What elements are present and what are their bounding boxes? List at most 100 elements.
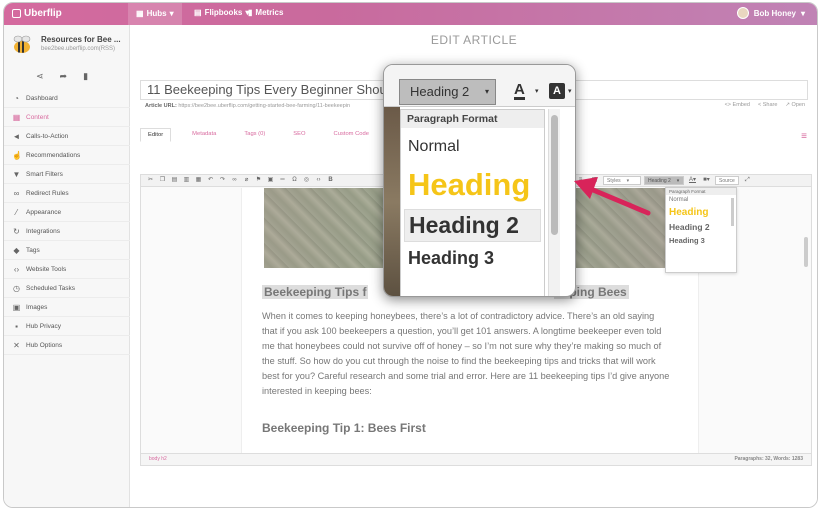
sidebar-item-label: Calls-to-Action [26,132,69,140]
format-option-heading-3[interactable]: Heading 3 [666,234,736,247]
sidebar-item-integrations[interactable]: ↻ Integrations [4,222,130,241]
format-option-normal[interactable]: Normal [666,195,736,205]
thumbs-up-icon: ☝ [12,150,22,160]
dropdown-scrollbar[interactable] [731,198,734,226]
sidebar-item-label: Appearance [26,208,62,216]
bar-chart-icon[interactable]: ▮ [83,71,88,82]
article-url-actions: <> Embed < Share ↗ Open [725,102,805,108]
sidebar-item-recommendations[interactable]: ☝ Recommendations [4,146,130,165]
nav-metrics[interactable]: ▮ Metrics [248,8,283,17]
chevron-down-icon: ▾ [535,88,539,95]
zoom-scrollbar-thumb[interactable] [551,115,558,235]
sidebar: Resources for Bee ... bee2bee.uberflip.c… [4,25,130,507]
tab-custom-code[interactable]: Custom Code [327,128,376,142]
format-dropdown-small: Paragraph Format Normal Heading Heading … [665,187,737,273]
bg-color-icon[interactable]: ■▾ [701,176,712,185]
undo-icon[interactable]: ↶ [205,176,216,185]
sidebar-item-website-tools[interactable]: ‹› Website Tools [4,260,130,279]
sidebar-menu: ◔ Dashboard ▦ Content ◄ Calls-to-Action ☝ Re… [4,89,130,355]
paste-word-icon[interactable]: ▦ [193,176,204,185]
text-color-icon[interactable]: A [514,82,525,100]
hub-url: bee2bee.uberflip.com(RSS) [41,46,116,52]
article-url-label: Article URL: [145,103,177,109]
maximize-icon[interactable]: ⤢ [742,176,753,185]
nav-flipbooks[interactable]: ▤ Flipbooks ▾ [194,8,249,17]
sidebar-item-hub-privacy[interactable]: ▪ Hub Privacy [4,317,130,336]
sidebar-item-tags[interactable]: ◆ Tags [4,241,130,260]
menu-icon[interactable]: ≡ [801,131,807,142]
sidebar-item-label: Content [26,113,49,121]
source-button[interactable]: Source [715,176,739,185]
nav-metrics-label: Metrics [255,8,284,17]
zoom-option-normal[interactable]: Normal [401,138,544,156]
tab-tags[interactable]: Tags (0) [237,128,272,142]
copy-icon[interactable]: ❐ [157,176,168,185]
content-heading-left: Beekeeping Tips f [262,285,369,299]
article-url-line: Article URL: https://bee2bee.uberflip.co… [145,103,350,109]
format-option-heading-2[interactable]: Heading 2 [666,220,736,234]
sidebar-item-scheduled-tasks[interactable]: ◷ Scheduled Tasks [4,279,130,298]
editor-tabs: Editor Metadata Tags (0) SEO Custom Code [140,128,376,142]
cut-icon[interactable]: ✂ [145,176,156,185]
sidebar-item-smart-filters[interactable]: ▼ Smart Filters [4,165,130,184]
share-icon[interactable]: ⋖ [36,71,44,82]
article-url-value[interactable]: https://bee2bee.uberflip.com/getting-sta… [178,103,350,109]
hub-title: Resources for Bee ... [41,35,121,44]
brand-name: Uberflip [24,8,62,19]
brand-logo[interactable]: Uberflip [12,8,62,19]
nav-hubs[interactable]: ▦ Hubs ▾ [128,3,182,25]
zoom-option-heading-3[interactable]: Heading 3 [401,248,544,269]
wrench-icon: ✕ [13,340,20,350]
unlink-icon[interactable]: ⌀ [241,176,252,185]
hub-header: Resources for Bee ... bee2bee.uberflip.c… [10,35,121,55]
source-button-label: Source [719,177,735,184]
share-link[interactable]: < Share [758,102,777,108]
content-heading-tip1: Beekeeping Tip 1: Bees First [262,421,426,435]
grid-icon: ▦ [12,112,21,122]
user-menu[interactable]: Bob Honey ▾ [736,7,805,19]
tab-seo[interactable]: SEO [286,128,312,142]
anchor-icon[interactable]: ⚑ [253,176,264,185]
html-icon[interactable]: ‹› [313,176,324,185]
sidebar-item-dashboard[interactable]: ◔ Dashboard [4,89,130,108]
editor-scrollbar[interactable] [804,237,808,267]
page-title: EDIT ARTICLE [430,33,518,47]
paste-icon[interactable]: ▤ [169,176,180,185]
zoom-scrollbar[interactable] [548,109,560,296]
sidebar-item-images[interactable]: ▣ Images [4,298,130,317]
bar-chart-icon: ▮ [248,8,253,17]
bold-icon[interactable]: B [325,176,336,185]
link-icon[interactable]: ∞ [229,176,240,185]
special-char-icon[interactable]: Ω [289,176,300,185]
tab-editor[interactable]: Editor [140,128,172,142]
forward-icon[interactable]: ➦ [60,71,68,82]
zoom-option-heading[interactable]: Heading [401,167,544,203]
sidebar-item-redirect-rules[interactable]: ∞ Redirect Rules [4,184,130,203]
sidebar-item-label: Hub Options [26,341,63,349]
text-color-icon[interactable]: A▾ [687,176,698,185]
zoom-format-dropdown: Paragraph Format Normal Heading Heading … [400,109,545,296]
pointer-arrow-icon [574,177,651,216]
app-window: Uberflip ▦ Hubs ▾ ▤ Flipbooks ▾ ▮ Metric… [3,2,818,508]
sidebar-item-calls-to-action[interactable]: ◄ Calls-to-Action [4,127,130,146]
format-option-heading[interactable]: Heading [666,205,736,220]
embed-link[interactable]: <> Embed [725,102,750,108]
open-link[interactable]: ↗ Open [785,102,805,108]
bg-color-icon[interactable]: A [549,83,565,99]
sidebar-item-appearance[interactable]: ⁄ Appearance [4,203,130,222]
sidebar-item-content[interactable]: ▦ Content [4,108,130,127]
redo-icon[interactable]: ↷ [217,176,228,185]
zoom-option-heading-2[interactable]: Heading 2 [404,209,541,242]
sidebar-item-hub-options[interactable]: ✕ Hub Options [4,336,130,355]
iframe-icon[interactable]: ◎ [301,176,312,185]
tab-metadata[interactable]: Metadata [185,128,223,142]
paste-text-icon[interactable]: ▥ [181,176,192,185]
zoom-callout: Heading 2 ▾ A ▾ A ▾ Paragraph Format Nor… [383,64,576,297]
dropdown-header: Paragraph Format [666,188,736,195]
chevron-down-icon: ▾ [169,9,174,18]
element-path[interactable]: body h2 [149,456,167,462]
horizontal-line-icon[interactable]: ═ [277,176,288,185]
sidebar-item-label: Smart Filters [26,170,63,178]
image-icon[interactable]: ▣ [265,176,276,185]
zoom-format-select[interactable]: Heading 2 ▾ [399,79,496,105]
